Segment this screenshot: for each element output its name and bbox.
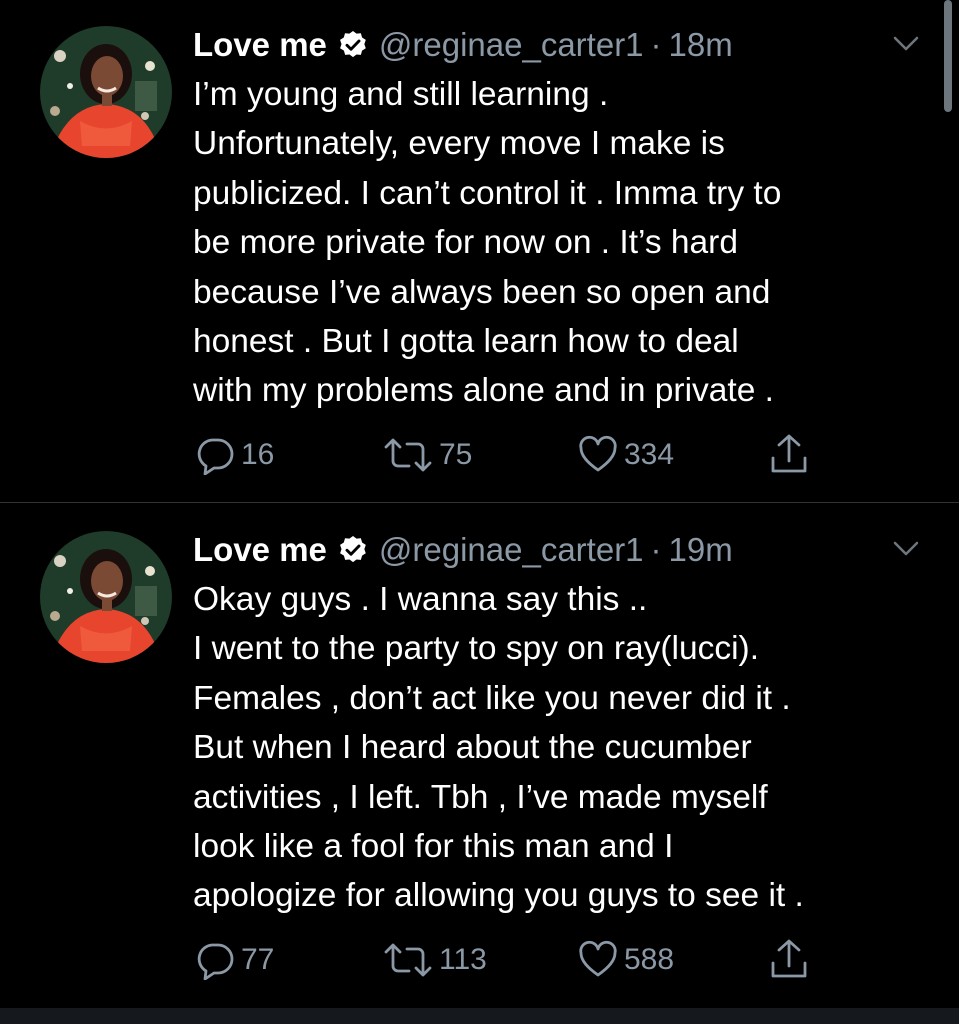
tweet[interactable]: Love me @reginae_carter1 · 19m Okay guys… <box>0 505 959 1005</box>
user-handle[interactable]: @reginae_carter1 <box>379 531 644 569</box>
retweet-button[interactable]: 75 <box>383 433 472 477</box>
retweet-count: 75 <box>439 438 473 471</box>
avatar[interactable] <box>40 531 172 663</box>
retweet-icon <box>384 943 432 977</box>
timestamp[interactable]: 18m <box>669 26 733 64</box>
retweet-count: 113 <box>439 943 487 976</box>
reply-button[interactable]: 77 <box>195 938 274 982</box>
separator-dot: · <box>650 26 662 63</box>
timestamp[interactable]: 19m <box>669 531 733 569</box>
bottom-bar <box>0 1008 959 1024</box>
tweet-header: Love me @reginae_carter1 · 18m <box>193 24 733 66</box>
like-count: 588 <box>624 943 675 976</box>
display-name[interactable]: Love me <box>193 26 327 64</box>
retweet-button[interactable]: 113 <box>383 938 487 982</box>
heart-icon <box>579 940 617 977</box>
separator-dot: · <box>650 531 662 568</box>
reply-count: 16 <box>241 438 275 471</box>
share-button[interactable] <box>769 938 809 982</box>
tweet-text: I’m young and still learning . Unfortuna… <box>193 76 782 410</box>
verified-badge-icon <box>339 31 366 58</box>
reply-button[interactable]: 16 <box>195 433 274 477</box>
verified-badge-icon <box>339 536 366 563</box>
like-button[interactable]: 334 <box>578 433 674 477</box>
tweet-header: Love me @reginae_carter1 · 19m <box>193 529 733 571</box>
chevron-down-icon[interactable] <box>891 539 921 559</box>
retweet-icon <box>384 438 432 472</box>
reply-icon <box>197 438 234 475</box>
reply-icon <box>197 943 234 980</box>
share-icon <box>771 434 807 473</box>
user-handle[interactable]: @reginae_carter1 <box>379 26 644 64</box>
like-button[interactable]: 588 <box>578 938 674 982</box>
tweet-divider <box>0 502 959 503</box>
tweet-actions: 77 113 588 <box>195 938 835 982</box>
like-count: 334 <box>624 438 675 471</box>
heart-icon <box>579 435 617 472</box>
scrollbar[interactable] <box>944 0 952 112</box>
tweet-actions: 16 75 334 <box>195 433 835 477</box>
share-button[interactable] <box>769 433 809 477</box>
tweet-text: Okay guys . I wanna say this .. I went t… <box>193 581 804 915</box>
share-icon <box>771 939 807 978</box>
tweet[interactable]: Love me @reginae_carter1 · 18m I’m young… <box>0 0 959 500</box>
display-name[interactable]: Love me <box>193 531 327 569</box>
reply-count: 77 <box>241 943 275 976</box>
chevron-down-icon[interactable] <box>891 34 921 54</box>
avatar[interactable] <box>40 26 172 158</box>
